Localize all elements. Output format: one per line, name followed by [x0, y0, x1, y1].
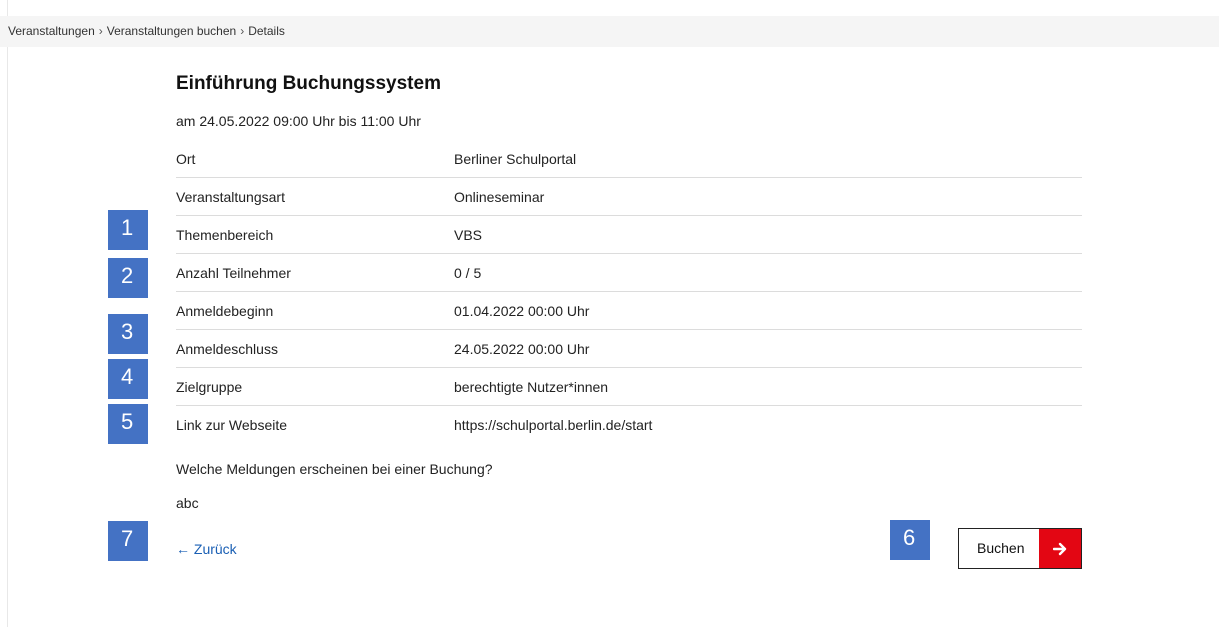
breadcrumb-item-veranstaltungen[interactable]: Veranstaltungen	[8, 24, 95, 38]
event-date: am 24.05.2022 09:00 Uhr bis 11:00 Uhr	[176, 113, 421, 129]
arrow-right-icon	[1039, 529, 1081, 568]
booking-answer: abc	[176, 495, 199, 511]
detail-label: Link zur Webseite	[176, 405, 454, 443]
annotation-marker-2: 2	[108, 258, 148, 298]
detail-label: Anmeldebeginn	[176, 291, 454, 330]
detail-label: Anmeldeschluss	[176, 329, 454, 368]
details-table: Ort Berliner Schulportal Veranstaltungsa…	[176, 140, 1082, 443]
annotation-marker-6: 6	[890, 520, 930, 560]
detail-row-ort: Ort Berliner Schulportal	[176, 140, 1082, 178]
detail-row-veranstaltungsart: Veranstaltungsart Onlineseminar	[176, 177, 1082, 216]
breadcrumb-separator: ›	[98, 24, 103, 38]
detail-value: 0 / 5	[454, 253, 1082, 292]
detail-row-anmeldeschluss: Anmeldeschluss 24.05.2022 00:00 Uhr	[176, 329, 1082, 368]
detail-label: Ort	[176, 150, 196, 167]
detail-value: 01.04.2022 00:00 Uhr	[454, 291, 1082, 330]
detail-value: Onlineseminar	[454, 177, 1082, 216]
annotation-marker-3: 3	[108, 314, 148, 354]
annotation-marker-5: 5	[108, 404, 148, 444]
detail-value: VBS	[454, 215, 1082, 254]
page-title: Einführung Buchungssystem	[176, 73, 441, 94]
detail-value: berechtigte Nutzer*innen	[454, 367, 1082, 406]
breadcrumb: Veranstaltungen › Veranstaltungen buchen › D…	[0, 16, 1219, 47]
detail-row-anmeldebeginn: Anmeldebeginn 01.04.2022 00:00 Uhr	[176, 291, 1082, 330]
annotation-marker-1: 1	[108, 210, 148, 250]
detail-row-themenbereich: Themenbereich VBS	[176, 215, 1082, 254]
detail-value: Berliner Schulportal	[454, 150, 577, 167]
breadcrumb-item-details: Details	[248, 24, 285, 38]
detail-label: Themenbereich	[176, 215, 454, 254]
detail-label: Zielgruppe	[176, 367, 454, 406]
detail-value: 24.05.2022 00:00 Uhr	[454, 329, 1082, 368]
back-link-label: Zurück	[193, 541, 237, 557]
annotation-marker-4: 4	[108, 359, 148, 399]
detail-label: Anzahl Teilnehmer	[176, 253, 454, 292]
back-link[interactable]: ← Zurück	[176, 541, 237, 557]
arrow-left-icon: ←	[176, 541, 190, 557]
breadcrumb-separator: ›	[240, 24, 245, 38]
detail-row-link-zur-webseite: Link zur Webseite https://schulportal.be…	[176, 405, 1082, 443]
annotation-marker-7: 7	[108, 521, 148, 561]
detail-value: https://schulportal.berlin.de/start	[454, 405, 1082, 443]
book-button[interactable]: Buchen	[958, 528, 1082, 569]
booking-question: Welche Meldungen erscheinen bei einer Bu…	[176, 461, 493, 477]
detail-row-anzahl-teilnehmer: Anzahl Teilnehmer 0 / 5	[176, 253, 1082, 292]
detail-row-zielgruppe: Zielgruppe berechtigte Nutzer*innen	[176, 367, 1082, 406]
book-button-label: Buchen	[977, 540, 1025, 556]
breadcrumb-item-veranstaltungen-buchen[interactable]: Veranstaltungen buchen	[107, 24, 236, 38]
detail-label: Veranstaltungsart	[176, 177, 454, 216]
